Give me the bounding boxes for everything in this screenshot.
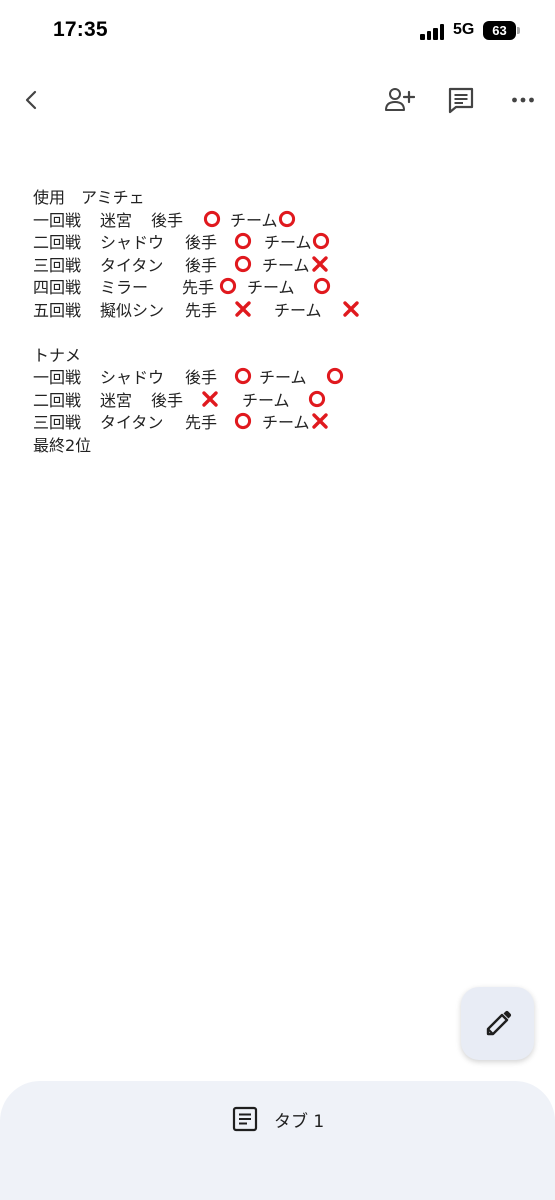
turn-text: 先手 [182, 278, 215, 297]
circle-mark-icon [219, 277, 237, 295]
round-text: 三回戦 [33, 255, 82, 275]
turn-text: 後手 [151, 390, 184, 410]
round-text: 二回戦 [33, 390, 82, 410]
round-text: 三回戦 [33, 413, 82, 432]
opponent-text: 迷宮 [100, 390, 133, 410]
circle-mark-icon [326, 367, 344, 385]
doc-header: 使用 アミチェ [33, 188, 145, 207]
document-body[interactable]: 使用 アミチェ 一回戦 迷宮 後手 チーム 二回戦 シャドウ 後手 チーム 三回戦 タイタン 後手チ… [33, 187, 533, 457]
doc-line: 一回戦 シャドウ 後手 チーム [33, 367, 533, 390]
doc-line: 五回戦 擬似シン 先手 チーム [33, 300, 533, 323]
team-label-text: チーム [259, 368, 307, 387]
doc-header-line: 使用 アミチェ [33, 187, 533, 210]
opponent-text: シャドウ [100, 233, 165, 252]
round-text: 五回戦 [33, 300, 82, 320]
doc-line: 一回戦 迷宮 後手 チーム [33, 210, 533, 233]
document-icon [232, 1106, 258, 1132]
cross-mark-icon [311, 412, 329, 430]
turn-text: 後手 [185, 368, 218, 387]
signal-icon [420, 24, 446, 40]
turn-text: 後手 [185, 233, 218, 252]
final-result-line: 最終2位 [33, 435, 533, 458]
more-icon [512, 97, 534, 103]
circle-mark-icon [312, 232, 330, 250]
back-arrow-icon [25, 90, 37, 110]
add-people-button[interactable] [379, 80, 419, 120]
cross-mark-icon [342, 300, 360, 318]
network-type: 5G [453, 21, 475, 38]
doc-line: 三回戦 タイタン 先手 チーム [33, 412, 533, 435]
opponent-text: ミラー [100, 278, 149, 297]
round-text: 一回戦 [33, 210, 82, 230]
circle-mark-icon [308, 390, 326, 408]
team-label-text: チーム [247, 278, 295, 297]
toolbar [0, 70, 555, 130]
opponent-text: シャドウ [100, 368, 165, 387]
edit-fab[interactable] [461, 987, 534, 1060]
tab-1[interactable]: タブ 1 [232, 1105, 324, 1133]
add-person-icon [385, 88, 415, 111]
round-text: 四回戦 [33, 278, 82, 297]
turn-text: 先手 [185, 413, 218, 432]
circle-mark-icon [234, 367, 252, 385]
section-2: 一回戦 シャドウ 後手 チーム 二回戦 迷宮 後手 チーム 三回戦 タイタン 先手 チーム [33, 367, 533, 435]
cross-mark-icon [311, 255, 329, 273]
status-time: 17:35 [53, 18, 108, 41]
doc-line: 三回戦 タイタン 後手 チーム [33, 255, 533, 278]
team-label-text: チーム [262, 255, 310, 275]
doc-line: 二回戦 迷宮 後手 チーム [33, 390, 533, 413]
pencil-icon [486, 1010, 511, 1035]
more-options-button[interactable] [503, 80, 543, 120]
team-label-text: チーム [230, 210, 278, 230]
turn-text: 先手 [185, 300, 218, 320]
opponent-text: 迷宮 [100, 210, 133, 230]
opponent-text: タイタン [100, 255, 164, 275]
team-label-text: チーム [242, 390, 290, 410]
bottom-tab-bar: タブ 1 [0, 1081, 555, 1200]
circle-mark-icon [313, 277, 331, 295]
team-label-text: チーム [262, 413, 310, 432]
circle-mark-icon [234, 255, 252, 273]
turn-text: 後手 [151, 210, 184, 230]
opponent-text: 擬似シン [100, 300, 165, 320]
back-button[interactable] [12, 80, 52, 120]
tab-label: タブ 1 [274, 1111, 325, 1132]
circle-mark-icon [234, 232, 252, 250]
round-text: 一回戦 [33, 368, 82, 387]
cross-mark-icon [234, 300, 252, 318]
comment-icon [448, 87, 474, 114]
turn-text: 後手 [185, 255, 218, 275]
team-label-text: チーム [264, 233, 312, 252]
comments-button[interactable] [441, 80, 481, 120]
team-label-text: チーム [274, 300, 322, 320]
cross-mark-icon [201, 390, 219, 408]
doc-line: 四回戦 ミラー 先手 チーム [33, 277, 533, 300]
doc-line: 二回戦 シャドウ 後手 チーム [33, 232, 533, 255]
round-text: 二回戦 [33, 233, 82, 252]
final-result: 最終2位 [33, 435, 92, 455]
battery-level: 63 [492, 23, 507, 38]
battery-icon: 63 [483, 21, 520, 40]
circle-mark-icon [278, 210, 296, 228]
opponent-text: タイタン [100, 413, 164, 432]
circle-mark-icon [234, 412, 252, 430]
section-2-title: トナメ [33, 345, 82, 365]
circle-mark-icon [203, 210, 221, 228]
status-bar: 17:35 5G 63 [0, 0, 555, 64]
section-1: 一回戦 迷宮 後手 チーム 二回戦 シャドウ 後手 チーム 三回戦 タイタン 後手 チーム 四回戦 ミラー… [33, 210, 533, 323]
section-2-title-line: トナメ [33, 345, 533, 368]
